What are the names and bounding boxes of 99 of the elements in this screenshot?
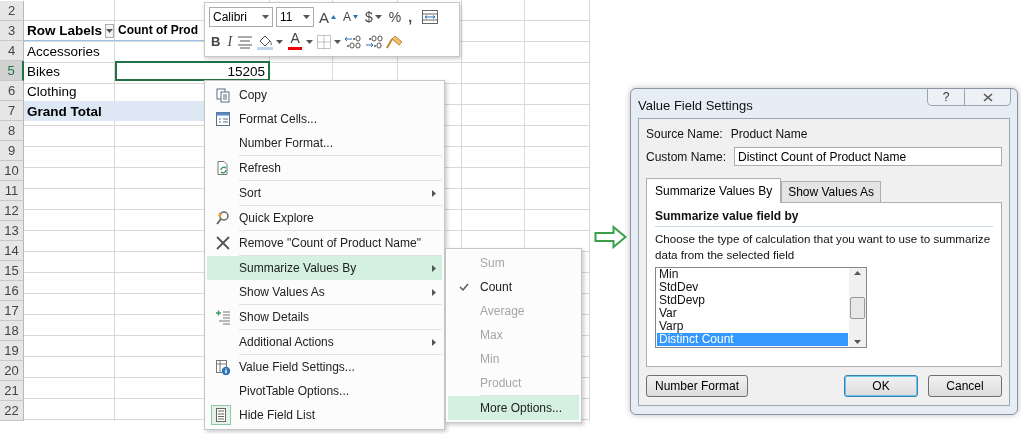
row-header[interactable]: 10	[0, 161, 24, 181]
menu-item[interactable]: Count	[448, 275, 579, 299]
format-painter-icon[interactable]	[386, 33, 405, 50]
dialog-button[interactable]: Number Format	[646, 375, 749, 397]
remove-icon	[216, 236, 230, 250]
field-list-icon	[216, 408, 226, 422]
menu-item[interactable]: Value Field Settings...	[207, 355, 442, 379]
copy-icon	[216, 88, 230, 103]
row-header[interactable]: 17	[0, 301, 24, 321]
arrow-icon	[594, 225, 628, 249]
caret-icon	[331, 15, 336, 20]
caret-icon	[262, 15, 269, 20]
grow-font-button[interactable]: A	[317, 7, 338, 28]
list-item[interactable]: StdDev	[657, 281, 848, 294]
menu-item[interactable]: Summarize Values By	[207, 256, 442, 280]
table-cell-text: Accessories	[26, 42, 101, 61]
decrease-decimal-icon[interactable]	[365, 33, 384, 50]
menu-item[interactable]: More Options...	[448, 396, 579, 420]
percent-button[interactable]: %	[386, 7, 404, 28]
row-header[interactable]: 13	[0, 221, 24, 241]
row-header[interactable]: 19	[0, 341, 24, 361]
description: Choose the type of calculation that you want to use to summarize data from the selected field	[655, 231, 992, 263]
table-cell-text: Bikes	[26, 62, 61, 81]
row-header[interactable]: 6	[0, 81, 24, 101]
row-header[interactable]: 9	[0, 141, 24, 161]
scrollbar[interactable]	[849, 268, 866, 347]
caret-icon	[276, 39, 284, 44]
row-header[interactable]: 15	[0, 261, 24, 281]
quick-explore-icon	[216, 211, 229, 225]
format-cells-icon	[216, 112, 230, 126]
list-item[interactable]: StdDevp	[657, 294, 848, 307]
field-value: Product Name	[730, 127, 808, 141]
tab[interactable]: Summarize Values By	[646, 178, 782, 203]
menu-item[interactable]: Show Details	[207, 305, 442, 329]
caret-icon	[306, 39, 314, 44]
scroll-up-icon[interactable]	[854, 271, 861, 275]
row-header[interactable]: 3	[0, 21, 24, 41]
custom-name-field[interactable]: Distinct Count of Product Name	[734, 147, 1002, 166]
row-header[interactable]: 14	[0, 241, 24, 261]
currency-button[interactable]: $	[363, 7, 384, 28]
dialog-button[interactable]: OK	[844, 375, 918, 397]
field-label: Source Name:	[646, 127, 723, 141]
comma-button[interactable]: ,	[406, 7, 415, 28]
font-name-dropdown[interactable]: Calibri	[209, 7, 273, 28]
row-header[interactable]: 2	[0, 1, 24, 21]
row-header[interactable]: 11	[0, 181, 24, 201]
list-item[interactable]: Varp	[657, 320, 848, 333]
close-icon	[982, 92, 993, 102]
menu-item[interactable]: Format Cells...	[207, 107, 442, 131]
row-header[interactable]: 8	[0, 121, 24, 141]
caret-icon	[334, 39, 342, 44]
table-cell-text: Clothing	[26, 82, 78, 101]
increase-decimal-icon[interactable]	[344, 33, 363, 50]
caret-icon	[303, 15, 310, 20]
scroll-down-icon[interactable]	[854, 340, 861, 344]
wrap-icon[interactable]	[421, 9, 440, 26]
caret-icon	[374, 15, 382, 20]
shrink-font-button[interactable]: A	[341, 7, 361, 28]
filter-button[interactable]	[105, 23, 114, 38]
window-title: Value Field Settings	[638, 98, 753, 113]
table-cell: Grand Total	[24, 101, 115, 121]
menu-item[interactable]: Number Format...	[207, 131, 442, 155]
row-header[interactable]: 5	[0, 61, 24, 81]
row-header[interactable]: 20	[0, 361, 24, 381]
borders-icon[interactable]	[316, 33, 333, 50]
scrollbar-thumb[interactable]	[850, 296, 865, 319]
menu-item[interactable]: Sort	[207, 181, 442, 205]
menu-item[interactable]: Refresh	[207, 156, 442, 180]
row-header[interactable]: 18	[0, 321, 24, 341]
font-size-dropdown[interactable]: 11	[276, 7, 314, 28]
menu-item[interactable]: Hide Field List	[207, 403, 442, 427]
list-item[interactable]: Var	[657, 307, 848, 320]
dialog-button[interactable]: Cancel	[928, 375, 1002, 397]
field-label: Custom Name:	[646, 149, 727, 164]
close-button[interactable]	[965, 89, 1011, 106]
menu-item[interactable]: Remove "Count of Product Name"	[207, 231, 442, 255]
row-header[interactable]: 22	[0, 401, 24, 421]
menu-item[interactable]: Show Values As	[207, 280, 442, 304]
menu-item[interactable]: PivotTable Options...	[207, 379, 442, 403]
row-header[interactable]: 16	[0, 281, 24, 301]
table-cell: Row Labels	[24, 21, 115, 41]
menu-item[interactable]: Quick Explore	[207, 206, 442, 230]
refresh-icon	[217, 161, 228, 175]
show-details-icon	[215, 309, 231, 325]
fill-color-icon[interactable]	[256, 33, 275, 51]
row-header[interactable]: 7	[0, 101, 24, 121]
menu-item[interactable]: Copy	[207, 83, 442, 107]
value-field-settings-icon	[216, 360, 231, 375]
font-color-button[interactable]: A	[286, 31, 305, 52]
caret-icon	[106, 28, 113, 33]
row-header[interactable]: 21	[0, 381, 24, 401]
help-button[interactable]: ?	[927, 89, 965, 106]
section-title: Summarize value field by	[655, 209, 993, 227]
row-header[interactable]: 12	[0, 201, 24, 221]
list-item[interactable]: Min	[657, 268, 848, 281]
row-header[interactable]: 4	[0, 41, 24, 61]
tab[interactable]: Show Values As	[781, 181, 881, 202]
caret-icon	[353, 15, 359, 20]
menu-item[interactable]: Additional Actions	[207, 330, 442, 354]
